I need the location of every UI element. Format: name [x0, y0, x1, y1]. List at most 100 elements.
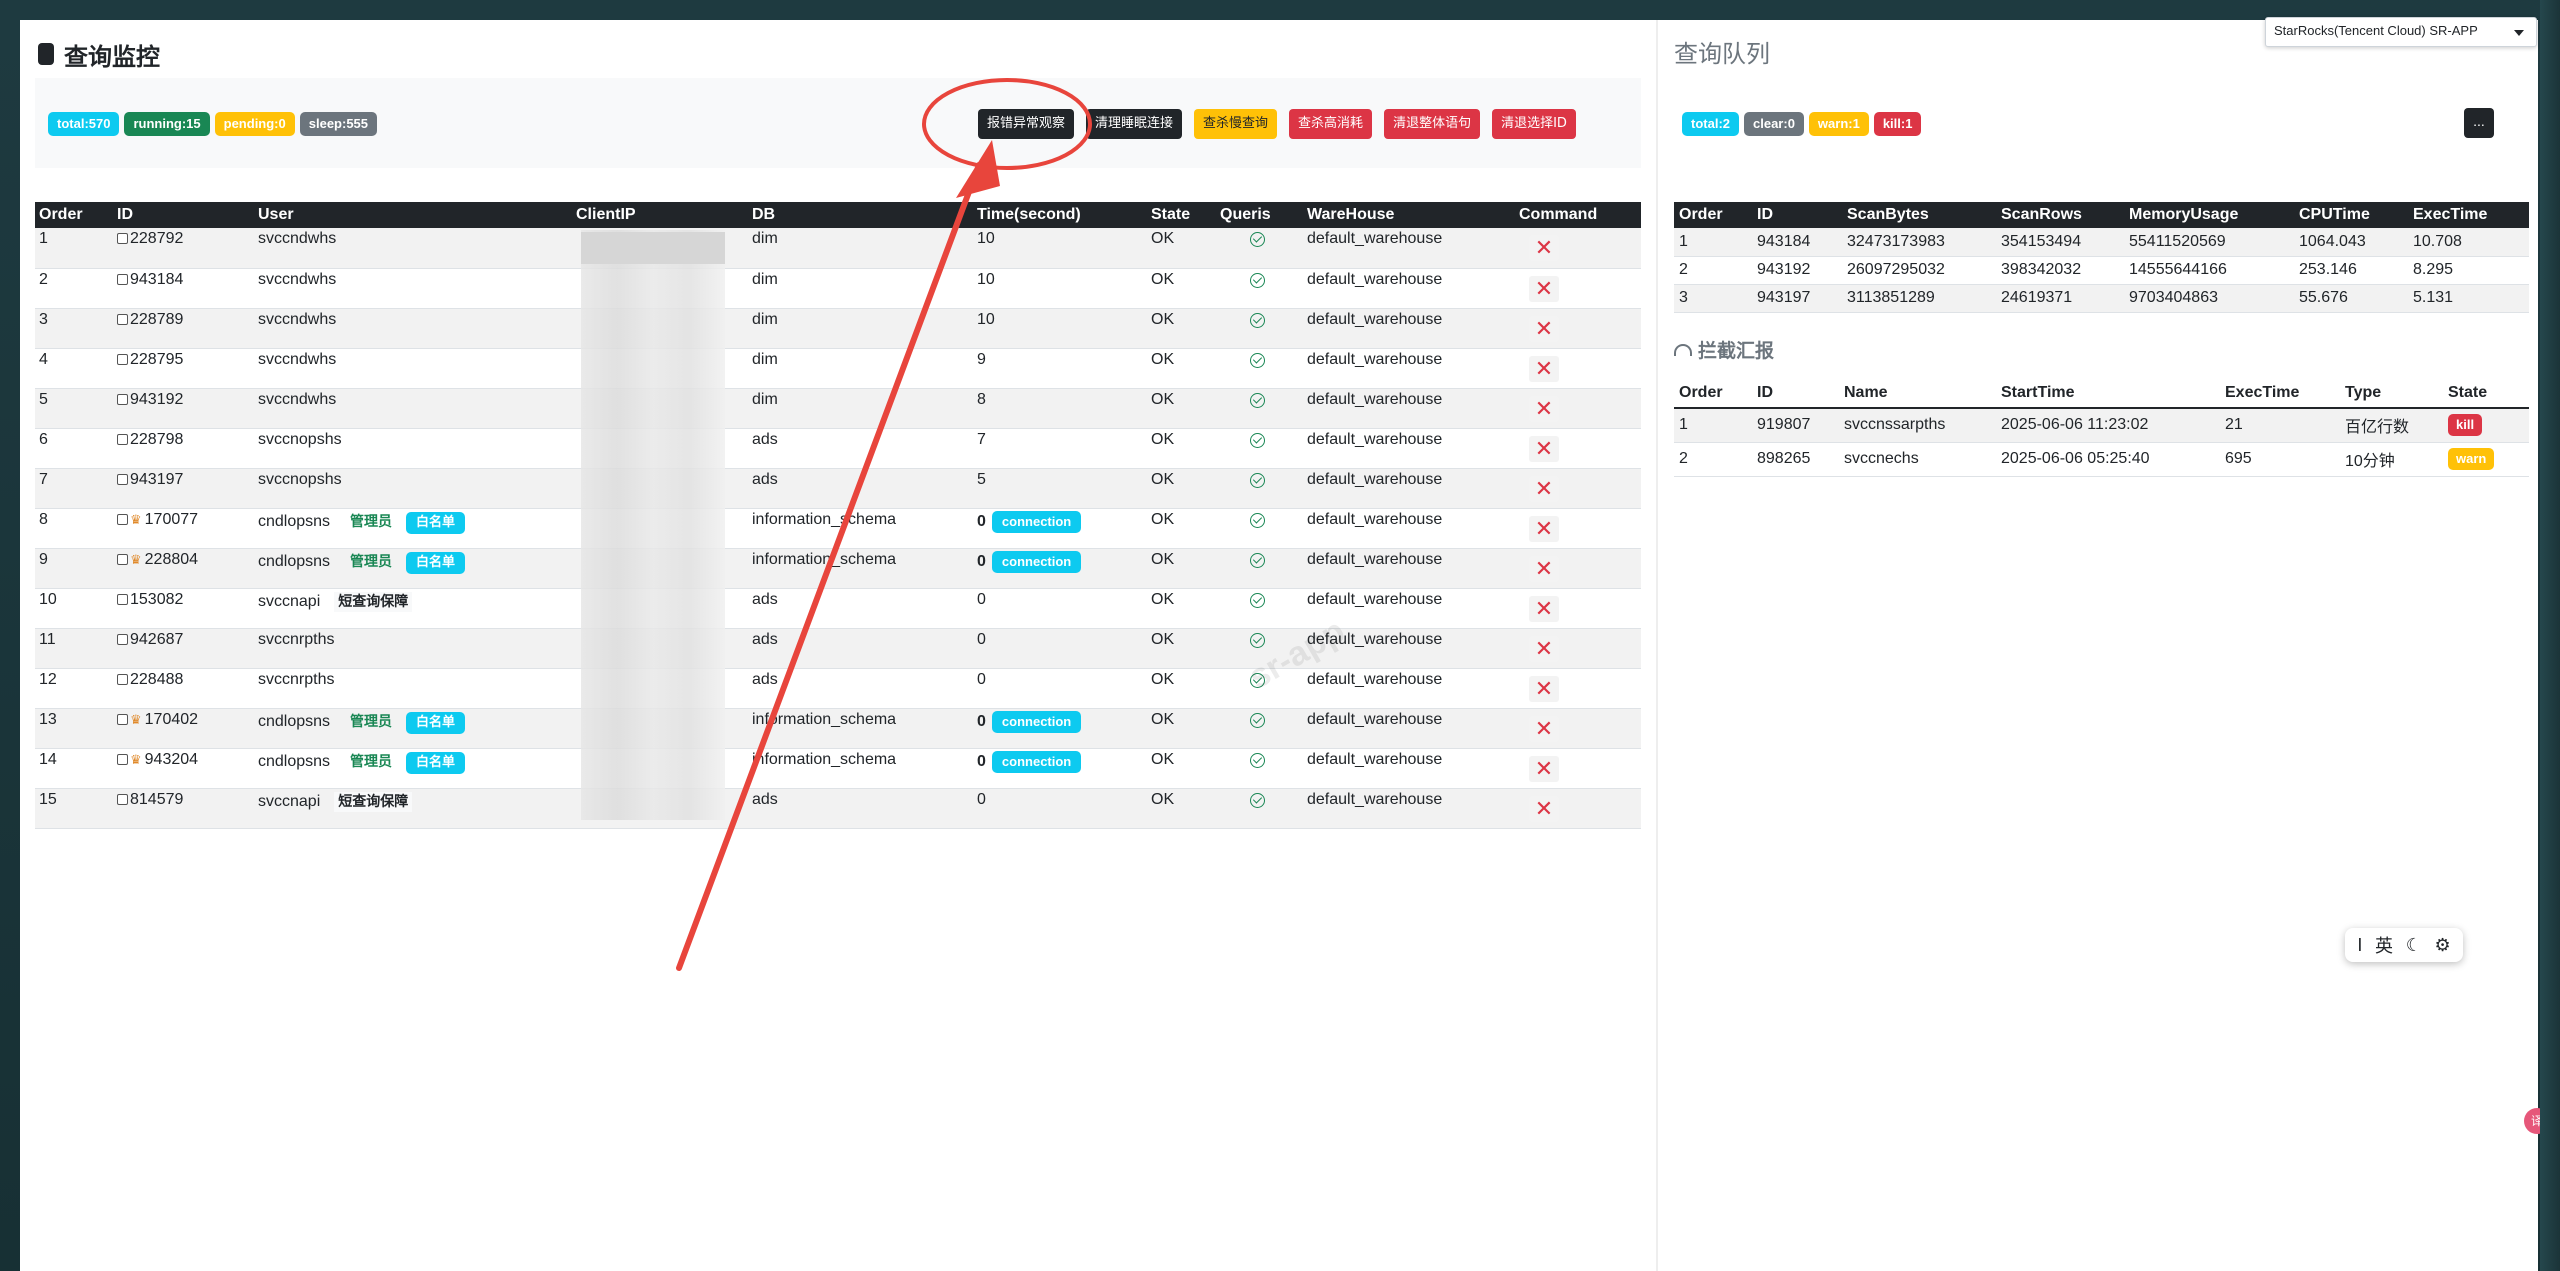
- row-id: 943204: [144, 750, 199, 768]
- row-checkbox[interactable]: [117, 473, 128, 485]
- icell-id: 919807: [1752, 408, 1839, 443]
- cell-db: dim: [748, 308, 973, 349]
- row-user: svccnrpths: [258, 630, 335, 648]
- row-checkbox[interactable]: [117, 513, 128, 525]
- kill-button[interactable]: ✕: [1529, 275, 1559, 302]
- table-row: 1 228792 svccndwhs dim 10 OK default_warehouse…: [35, 228, 1641, 269]
- moon-icon[interactable]: ☾: [2406, 935, 2422, 956]
- row-time: 0: [977, 552, 986, 570]
- intercept-row: 2 898265 svccnechs 2025-06-06 05:25:40 695 10…: [1674, 442, 2529, 477]
- row-checkbox[interactable]: [117, 553, 128, 565]
- row-checkbox[interactable]: [117, 753, 128, 765]
- row-checkbox[interactable]: [117, 673, 128, 685]
- kill-statement-button[interactable]: 清退整体语句: [1384, 109, 1481, 139]
- kill-slow-query-button[interactable]: 查杀慢查询: [1194, 109, 1278, 139]
- row-checkbox[interactable]: [117, 713, 128, 725]
- check-circle-icon: [1250, 752, 1265, 768]
- row-checkbox[interactable]: [117, 633, 128, 645]
- kill-button[interactable]: ✕: [1529, 675, 1559, 702]
- row-user: svccndwhs: [258, 350, 337, 368]
- queue-table-body: 1 943184 32473173983 354153494 55411520569 10…: [1674, 228, 2529, 313]
- more-button[interactable]: ...: [2464, 108, 2494, 138]
- row-checkbox[interactable]: [117, 433, 128, 445]
- check-circle-icon: [1250, 552, 1265, 568]
- cell-id: ♛ 228804: [113, 548, 254, 589]
- badge-queue-total: total:2: [1682, 112, 1739, 136]
- check-circle-icon: [1250, 272, 1265, 288]
- qcol-memory: MemoryUsage: [2124, 202, 2294, 228]
- cell-time: 0: [973, 588, 1147, 629]
- queue-badges: total:2 clear:0 warn:1 kill:1: [1682, 112, 1922, 136]
- kill-button[interactable]: ✕: [1529, 555, 1559, 582]
- col-state: State: [1147, 202, 1216, 228]
- row-checkbox[interactable]: [117, 313, 128, 325]
- qcell-exectime: 8.295: [2408, 256, 2529, 285]
- abnormal-observe-button[interactable]: 报错异常观察: [978, 109, 1075, 139]
- row-checkbox[interactable]: [117, 273, 128, 285]
- qcell-cputime: 253.146: [2294, 256, 2408, 285]
- kill-button[interactable]: ✕: [1529, 395, 1559, 422]
- gear-icon[interactable]: ⚙: [2435, 935, 2451, 956]
- row-id: 228798: [130, 430, 184, 448]
- cell-id: 943192: [113, 388, 254, 429]
- row-id: 943192: [130, 390, 184, 408]
- table-row: 2 943184 svccndwhs dim 10 OK default_warehouse…: [35, 268, 1641, 309]
- table-row: 8 ♛ 170077 cndlopsns 管理员 白名单 information_schem…: [35, 508, 1641, 549]
- kill-button[interactable]: ✕: [1529, 515, 1559, 542]
- row-checkbox[interactable]: [117, 233, 128, 244]
- kill-button[interactable]: ✕: [1529, 795, 1559, 822]
- crown-icon: ♛: [130, 751, 142, 767]
- row-id: 170077: [144, 510, 199, 528]
- cluster-select[interactable]: StarRocks(Tencent Cloud) SR-APP: [2265, 17, 2537, 47]
- kill-button[interactable]: ✕: [1529, 435, 1559, 462]
- intercept-report-header: 拦截汇报: [1674, 336, 1774, 363]
- ime-toolbar: I 英 ☾ ⚙: [2345, 928, 2463, 962]
- clear-sleep-button[interactable]: 清理睡眠连接: [1086, 109, 1183, 139]
- table-row: 11 942687 svccnrpths ads 0 OK default_warehous…: [35, 628, 1641, 669]
- kill-selected-button[interactable]: 清退选择ID: [1492, 109, 1576, 139]
- cell-state: OK: [1147, 748, 1216, 789]
- cell-state: OK: [1147, 588, 1216, 629]
- kill-button[interactable]: ✕: [1529, 635, 1559, 662]
- icol-exectime: ExecTime: [2220, 378, 2340, 409]
- icell-name: svccnechs: [1839, 442, 1996, 477]
- ime-cursor-icon[interactable]: I: [2357, 935, 2362, 956]
- kill-button[interactable]: ✕: [1529, 755, 1559, 782]
- process-table: Order ID User ClientIP DB Time(second) S…: [35, 202, 1641, 829]
- kill-button[interactable]: ✕: [1529, 315, 1559, 342]
- cell-state: OK: [1147, 468, 1216, 509]
- cell-queries: [1216, 228, 1303, 269]
- row-checkbox[interactable]: [117, 793, 128, 805]
- row-id: 228789: [130, 310, 184, 328]
- badge-running: running:15: [124, 112, 210, 136]
- col-warehouse: WareHouse: [1303, 202, 1515, 228]
- ime-lang-toggle[interactable]: 英: [2375, 932, 2393, 958]
- kill-button[interactable]: ✕: [1529, 595, 1559, 622]
- kill-button[interactable]: ✕: [1529, 715, 1559, 742]
- gauge-icon: [1674, 343, 1692, 356]
- cell-state: OK: [1147, 708, 1216, 749]
- kill-button[interactable]: ✕: [1529, 475, 1559, 502]
- cell-command: ✕: [1515, 708, 1641, 749]
- row-checkbox[interactable]: [117, 353, 128, 365]
- badge-pending: pending:0: [214, 112, 295, 136]
- cell-time: 5: [973, 468, 1147, 509]
- cell-id: 228795: [113, 348, 254, 389]
- row-checkbox[interactable]: [117, 393, 128, 405]
- cell-time: 9: [973, 348, 1147, 389]
- cell-state: OK: [1147, 508, 1216, 549]
- table-row: 5 943192 svccndwhs dim 8 OK default_warehouse ✕: [35, 388, 1641, 429]
- cell-queries: [1216, 588, 1303, 629]
- icell-exec: 21: [2220, 408, 2340, 443]
- kill-button[interactable]: ✕: [1529, 235, 1559, 261]
- row-checkbox[interactable]: [117, 593, 128, 605]
- cell-queries: [1216, 548, 1303, 589]
- cell-warehouse: default_warehouse: [1303, 548, 1515, 589]
- cell-state: OK: [1147, 428, 1216, 469]
- cell-time: 7: [973, 428, 1147, 469]
- kill-button[interactable]: ✕: [1529, 355, 1559, 382]
- kill-high-cost-button[interactable]: 查杀高消耗: [1289, 109, 1373, 139]
- queue-title: 查询队列: [1674, 40, 1770, 68]
- cell-warehouse: default_warehouse: [1303, 708, 1515, 749]
- qcell-order: 1: [1674, 228, 1752, 257]
